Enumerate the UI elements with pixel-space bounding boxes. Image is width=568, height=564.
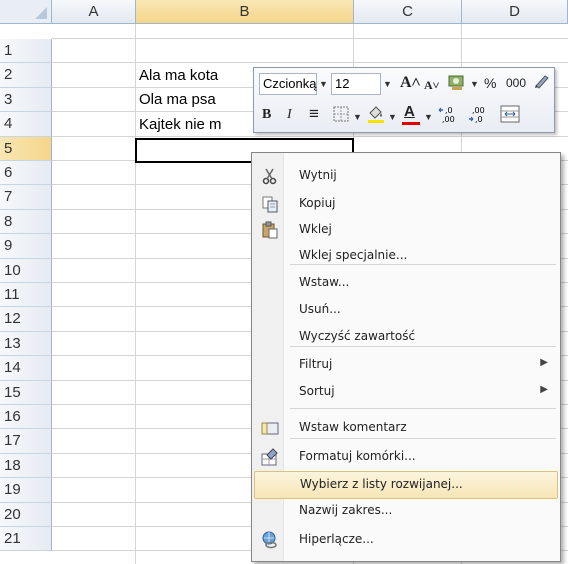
menu-item-label: Wybierz z listy rozwijanej... [300, 477, 463, 491]
menu-item-nazwij-zakres[interactable]: Nazwij zakres... [254, 498, 558, 526]
svg-text:,0: ,0 [445, 106, 453, 115]
row-header-15[interactable]: 15 [0, 380, 52, 405]
menu-item-label: Hiperlącze... [299, 532, 374, 546]
svg-text:,00: ,00 [442, 115, 455, 123]
paste-icon [260, 221, 280, 241]
bold-button[interactable]: B [262, 105, 271, 125]
shrink-font-icon[interactable]: A˅ [424, 75, 440, 95]
font-size-dropdown-icon[interactable]: ▼ [383, 74, 392, 94]
column-header-b[interactable]: B [136, 0, 354, 24]
hyperlink-icon [260, 531, 280, 551]
cell-b4[interactable]: Kajtek nie m [139, 116, 222, 134]
row-header-2[interactable]: 2 [0, 63, 52, 88]
row-header-6[interactable]: 6 [0, 161, 52, 186]
submenu-arrow-icon: ▶ [540, 357, 548, 368]
scissors-icon [260, 167, 280, 187]
comma-style-button[interactable]: 000 [506, 73, 526, 93]
menu-item-filtruj[interactable]: Filtruj ▶ [254, 352, 558, 380]
menu-item-wklej-specjalnie[interactable]: Wklej specjalnie... [254, 243, 558, 271]
comment-icon [260, 419, 280, 439]
svg-text:,0: ,0 [475, 115, 483, 123]
menu-item-label: Sortuj [299, 384, 335, 398]
row-header-16[interactable]: 16 [0, 405, 52, 430]
cell-b2[interactable]: Ala ma kota [139, 67, 218, 85]
row-header-12[interactable]: 12 [0, 307, 52, 332]
menu-item-label: Nazwij zakres... [299, 503, 393, 517]
fill-color-icon[interactable] [366, 104, 386, 124]
accounting-format-icon[interactable] [448, 73, 466, 91]
context-menu: Wytnij Kopiuj Wklej Wklej specjalnie... Wsta… [251, 152, 561, 562]
menu-item-label: Wstaw... [299, 275, 350, 289]
select-all-corner[interactable] [0, 0, 52, 24]
menu-item-wstaw-komentarz[interactable]: Wstaw komentarz [254, 415, 558, 443]
row-header-13[interactable]: 13 [0, 331, 52, 357]
row-header-5[interactable]: 5 [0, 136, 52, 161]
menu-item-label: Wklej specjalnie... [299, 248, 408, 262]
row-header-17[interactable]: 17 [0, 429, 52, 454]
font-color-dropdown-icon[interactable]: ▼ [424, 107, 433, 127]
column-header-d[interactable]: D [462, 0, 568, 24]
align-center-button[interactable]: ≡ [309, 104, 319, 124]
row-header-11[interactable]: 11 [0, 283, 52, 308]
menu-item-wytnij[interactable]: Wytnij [254, 163, 558, 191]
menu-item-label: Wklej [299, 222, 332, 236]
row-header-9[interactable]: 9 [0, 234, 52, 259]
increase-decimal-icon[interactable]: ,0,00 [438, 105, 462, 125]
column-header-a[interactable]: A [52, 0, 136, 24]
menu-item-wstaw[interactable]: Wstaw... [254, 270, 558, 298]
row-header-18[interactable]: 18 [0, 453, 52, 479]
format-painter-icon[interactable] [533, 72, 551, 95]
menu-item-usun[interactable]: Usuń... [254, 297, 558, 325]
menu-item-label: Wstaw komentarz [299, 420, 407, 434]
row-header-19[interactable]: 19 [0, 478, 52, 503]
row-header-7[interactable]: 7 [0, 185, 52, 210]
menu-item-label: Wyczyść zawartość [299, 329, 416, 343]
menu-item-label: Formatuj komórki... [299, 449, 416, 463]
font-name-dropdown-icon[interactable]: ▼ [319, 74, 328, 94]
menu-item-wyczysc-zawartosc[interactable]: Wyczyść zawartość [254, 324, 558, 352]
menu-item-label: Wytnij [299, 168, 337, 182]
cell-b3[interactable]: Ola ma psa [139, 91, 216, 109]
copy-icon [260, 195, 280, 215]
row-header-14[interactable]: 14 [0, 356, 52, 381]
borders-icon[interactable] [333, 106, 349, 122]
menu-item-hiperlacze[interactable]: Hiperlącze... [254, 527, 558, 555]
decrease-decimal-icon[interactable]: ,00,0 [468, 105, 492, 128]
borders-dropdown-icon[interactable]: ▼ [353, 107, 362, 127]
grow-font-icon[interactable]: A˄ [400, 73, 421, 93]
row-header-21[interactable]: 21 [0, 527, 52, 552]
column-header-c[interactable]: C [354, 0, 462, 24]
accounting-dropdown-icon[interactable]: ▼ [470, 74, 479, 94]
menu-item-wklej[interactable]: Wklej [254, 217, 558, 245]
menu-item-sortuj[interactable]: Sortuj ▶ [254, 379, 558, 407]
fill-color-dropdown-icon[interactable]: ▼ [388, 107, 397, 127]
menu-item-kopiuj[interactable]: Kopiuj [254, 191, 558, 219]
merge-center-icon[interactable] [500, 105, 520, 123]
submenu-arrow-icon: ▶ [540, 384, 548, 395]
row-header-10[interactable]: 10 [0, 258, 52, 283]
font-color-icon[interactable]: A [402, 102, 420, 126]
font-color-letter: A [404, 103, 415, 120]
menu-item-label: Usuń... [299, 302, 341, 316]
row-header-20[interactable]: 20 [0, 502, 52, 527]
row-header-1[interactable]: 1 [0, 39, 52, 64]
row-header-4[interactable]: 4 [0, 112, 52, 137]
menu-item-label: Kopiuj [299, 196, 336, 210]
font-name-box[interactable]: Czcionką [259, 73, 317, 95]
menu-item-formatuj-komorki[interactable]: Formatuj komórki... [254, 444, 558, 472]
menu-item-label: Filtruj [299, 357, 333, 371]
row-header-8[interactable]: 8 [0, 209, 52, 235]
menu-item-wybierz-z-listy-rozwijanej[interactable]: Wybierz z listy rozwijanej... [254, 471, 558, 499]
row-header-3[interactable]: 3 [0, 87, 52, 113]
font-size-box[interactable]: 12 [331, 73, 381, 95]
italic-button[interactable]: I [287, 105, 292, 125]
svg-text:,00: ,00 [472, 106, 485, 115]
percent-style-button[interactable]: % [484, 73, 496, 93]
format-cells-icon [260, 448, 280, 468]
mini-formatting-toolbar: Czcionką ▼ 12 ▼ A˄ A˅ ▼ % 000 B I ≡ ▼ ▼ … [253, 67, 555, 133]
